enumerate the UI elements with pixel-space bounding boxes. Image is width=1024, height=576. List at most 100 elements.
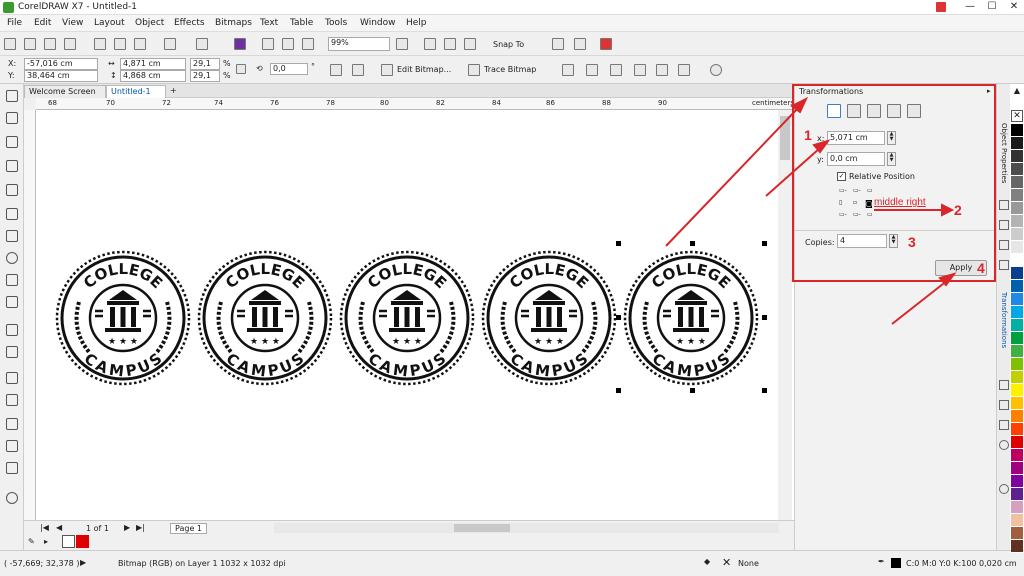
quick-customize-icon[interactable] [6, 492, 18, 504]
menu-effects[interactable]: Effects [174, 18, 205, 28]
full-screen-icon[interactable] [396, 38, 408, 50]
selection-handle[interactable] [616, 315, 621, 320]
edit-bitmap-button[interactable]: Edit Bitmap... [397, 65, 451, 74]
horizontal-scrollbar[interactable] [274, 523, 779, 533]
college-campus-badge[interactable]: COLLEGECAMPUS [197, 250, 333, 386]
palette-swatch[interactable] [1011, 319, 1023, 332]
docker-side-icon[interactable] [999, 440, 1009, 450]
application-launcher-icon[interactable] [574, 38, 586, 50]
no-color-swatch[interactable] [62, 535, 75, 548]
selection-handle[interactable] [690, 241, 695, 246]
docker-side-icon[interactable] [999, 400, 1009, 410]
selection-handle[interactable] [762, 388, 767, 393]
palette-swatch[interactable] [1011, 241, 1023, 254]
import-icon[interactable] [262, 38, 274, 50]
docker-side-icon[interactable] [999, 200, 1009, 210]
show-rulers-icon[interactable] [424, 38, 436, 50]
print-icon[interactable] [64, 38, 76, 50]
new-document-icon[interactable] [4, 38, 16, 50]
prev-page-icon[interactable]: ◀ [56, 523, 62, 532]
snap-to-dropdown[interactable]: Snap To [493, 40, 524, 49]
x-position-input[interactable]: -57,016 cm [24, 58, 98, 70]
mirror-horizontal-icon[interactable] [330, 64, 342, 76]
palette-swatch[interactable] [1011, 306, 1023, 319]
menu-text[interactable]: Text [260, 18, 278, 28]
red-swatch[interactable] [76, 535, 89, 548]
palette-swatch[interactable] [1011, 423, 1023, 436]
artistic-media-icon[interactable] [6, 208, 18, 220]
undo-icon[interactable] [164, 38, 176, 50]
college-campus-badge[interactable]: COLLEGECAMPUS [623, 250, 759, 386]
object-properties-tab[interactable]: Object Properties [997, 118, 1011, 188]
palette-swatch[interactable] [1011, 124, 1023, 137]
palette-swatch[interactable] [1011, 488, 1023, 501]
last-page-icon[interactable]: ▶| [136, 523, 145, 532]
palette-swatch[interactable] [1011, 540, 1023, 553]
menu-table[interactable]: Table [290, 18, 313, 28]
export-icon[interactable] [282, 38, 294, 50]
menu-object[interactable]: Object [135, 18, 164, 28]
mirror-vertical-icon[interactable] [352, 64, 364, 76]
resample-icon[interactable] [562, 64, 574, 76]
bitmap-color-mask-icon[interactable] [610, 64, 622, 76]
minimize-button[interactable]: — [960, 0, 980, 14]
freehand-tool-icon[interactable] [6, 184, 18, 196]
parallel-dimension-icon[interactable] [6, 324, 18, 336]
show-grid-icon[interactable] [444, 38, 456, 50]
college-campus-badge[interactable]: COLLEGECAMPUS [339, 250, 475, 386]
options-icon[interactable] [552, 38, 564, 50]
palette-swatch[interactable] [1011, 358, 1023, 371]
first-page-icon[interactable]: |◀ [40, 523, 49, 532]
crop-tool-icon[interactable] [6, 136, 18, 148]
docker-side-icon[interactable] [999, 260, 1009, 270]
drop-shadow-icon[interactable] [6, 372, 18, 384]
open-icon[interactable] [24, 38, 36, 50]
convert-to-bitmap-icon[interactable] [678, 64, 690, 76]
menu-bitmaps[interactable]: Bitmaps [215, 18, 252, 28]
palette-scroll-up-icon[interactable]: ▲ [1011, 86, 1023, 96]
height-input[interactable]: 4,868 cm [120, 70, 186, 82]
menu-view[interactable]: View [62, 18, 83, 28]
palette-swatch[interactable] [1011, 397, 1023, 410]
pick-tool-icon[interactable] [6, 90, 18, 102]
docker-side-icon[interactable] [999, 420, 1009, 430]
palette-swatch[interactable] [1011, 371, 1023, 384]
horizontal-scrollbar-thumb[interactable] [454, 524, 510, 532]
menu-layout[interactable]: Layout [94, 18, 125, 28]
play-icon[interactable]: ▶ [80, 558, 86, 567]
width-input[interactable]: 4,871 cm [120, 58, 186, 70]
selection-handle[interactable] [762, 315, 767, 320]
lock-ratio-icon[interactable] [236, 64, 246, 74]
palette-swatch[interactable] [1011, 475, 1023, 488]
palette-swatch[interactable] [1011, 462, 1023, 475]
drawing-canvas[interactable]: ★ ★ ★ COLLEGECAMPUSCOLLEGECAMPUSCOLLEGEC… [36, 110, 794, 520]
docker-side-icon[interactable] [999, 220, 1009, 230]
interactive-fill-icon[interactable] [6, 440, 18, 452]
selection-handle[interactable] [616, 388, 621, 393]
zoom-level-select[interactable]: 99% [328, 37, 390, 51]
crop-bitmap-icon[interactable] [586, 64, 598, 76]
eyedropper-icon[interactable]: ✎ [28, 537, 35, 546]
next-page-icon[interactable]: ▶ [124, 523, 130, 532]
copy-icon[interactable] [114, 38, 126, 50]
palette-swatch[interactable] [1011, 150, 1023, 163]
close-button[interactable]: ✕ [1004, 0, 1024, 14]
palette-swatch[interactable] [1011, 215, 1023, 228]
publish-pdf-icon[interactable] [302, 38, 314, 50]
zoom-tool-icon[interactable] [6, 160, 18, 172]
polygon-tool-icon[interactable] [6, 274, 18, 286]
menu-help[interactable]: Help [406, 18, 427, 28]
tab-untitled-1[interactable]: Untitled-1 [106, 85, 166, 98]
welcome-screen-icon[interactable] [600, 38, 612, 50]
selection-handle[interactable] [690, 388, 695, 393]
cut-icon[interactable] [94, 38, 106, 50]
trace-bitmap-button[interactable]: Trace Bitmap [484, 65, 536, 74]
scale-width-input[interactable]: 29,1 [190, 58, 220, 70]
palette-swatch[interactable] [1011, 267, 1023, 280]
palette-swatch[interactable] [1011, 410, 1023, 423]
college-campus-badge[interactable]: COLLEGECAMPUS [55, 250, 191, 386]
rectangle-tool-icon[interactable] [6, 230, 18, 242]
palette-swatch[interactable] [1011, 501, 1023, 514]
palette-swatch[interactable] [1011, 189, 1023, 202]
docker-side-icon[interactable] [999, 240, 1009, 250]
